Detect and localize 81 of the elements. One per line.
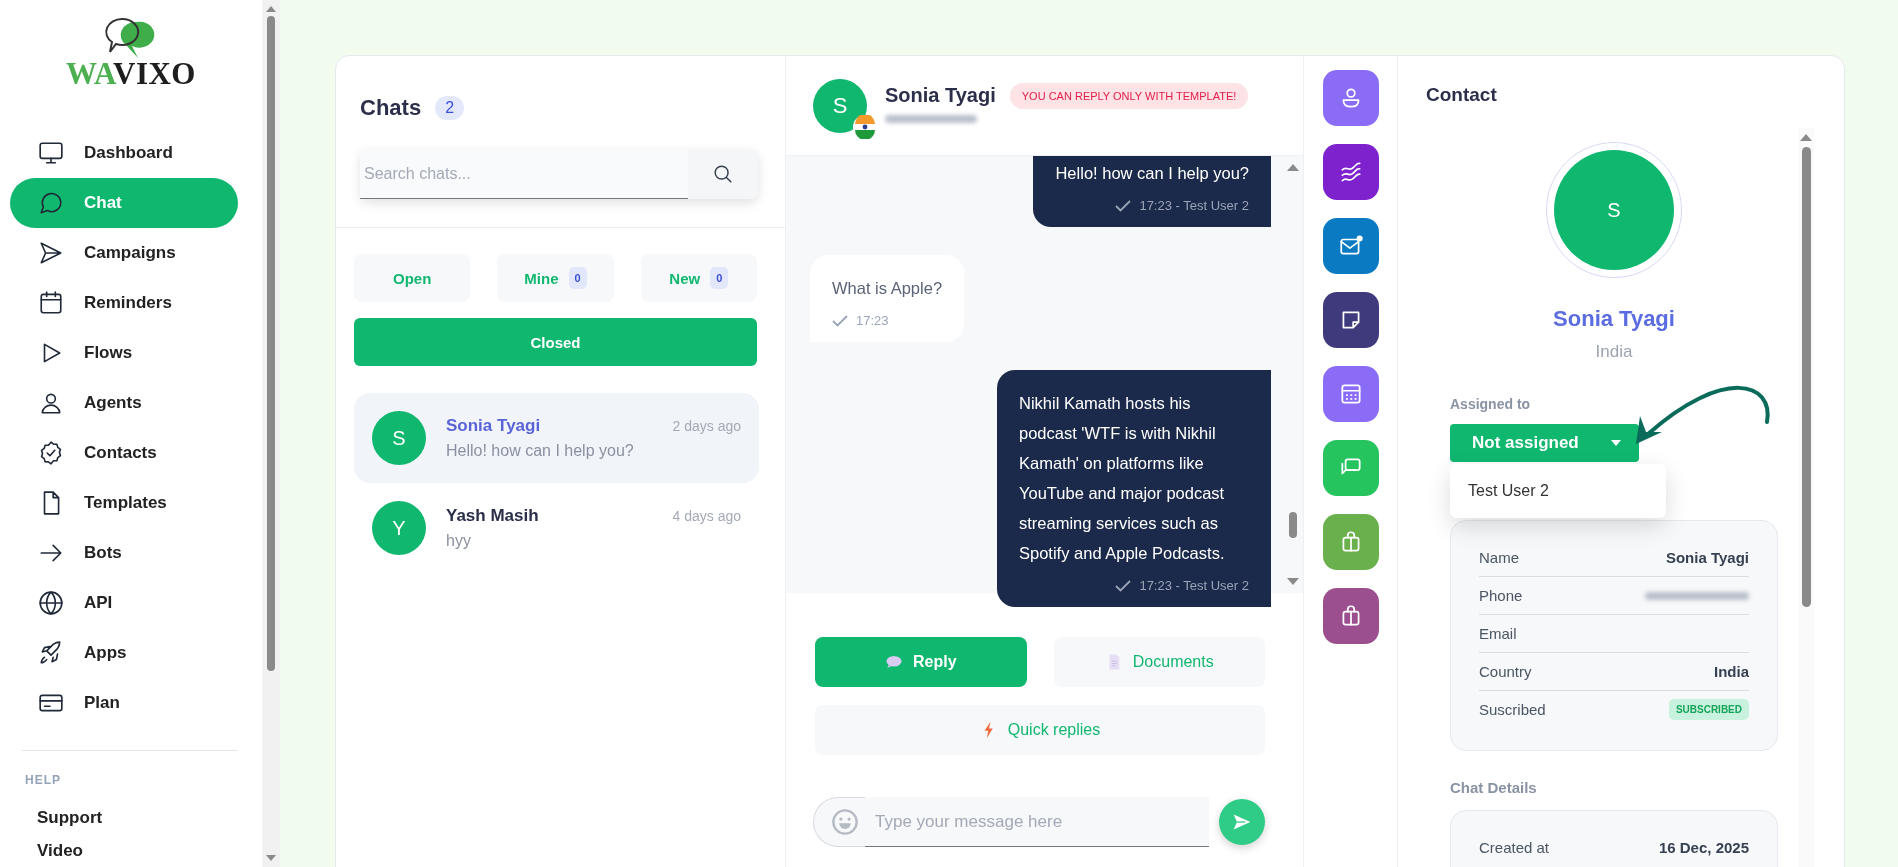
send-button[interactable] — [1219, 799, 1265, 845]
contact-name: Yash Masih — [446, 506, 539, 526]
detail-label: Email — [1479, 625, 1517, 642]
panel-title: Chats — [360, 96, 422, 120]
message-preview: hyy — [446, 532, 472, 550]
section-heading: HELP — [24, 773, 62, 787]
nav-link[interactable]: Video — [0, 834, 262, 867]
tool-button[interactable] — [1322, 144, 1379, 200]
detail-label: Suscribed — [1479, 701, 1546, 718]
avatar: S — [1554, 150, 1674, 270]
avatar: S — [813, 78, 867, 133]
search-field[interactable]: Search chats... — [360, 149, 688, 199]
nav-item[interactable]: Agents — [10, 378, 238, 428]
contact-name: Sonia Tyagi — [446, 416, 541, 436]
detail-label: Country — [1479, 663, 1532, 680]
check-icon — [1115, 579, 1132, 592]
detail-label: Phone — [1479, 587, 1523, 604]
message-text: Nikhil Kamath hosts his podcast 'WTF is with Nikhil Kamath' on platforms like YouTube and major podcast streaming services such as Spotify and Apple Podcasts. — [1019, 393, 1226, 564]
timestamp: 2 days ago — [672, 418, 741, 434]
section-heading: Chat Details — [1450, 779, 1538, 796]
emoji-icon — [831, 808, 859, 836]
tool-button[interactable] — [1322, 292, 1379, 348]
scrollbar[interactable] — [262, 0, 280, 867]
check-icon — [1115, 199, 1132, 212]
globe-icon — [38, 590, 64, 616]
tool-button[interactable] — [1322, 588, 1379, 644]
avatar: Y — [372, 501, 426, 555]
detail-value: 16 Dec, 2025 — [1658, 839, 1749, 856]
count-badge: 2 — [435, 96, 465, 120]
count-badge: 0 — [710, 267, 729, 289]
nav-item[interactable]: Dashboard — [10, 128, 238, 178]
contact-country: India — [1595, 342, 1633, 362]
check-icon — [832, 314, 848, 327]
timestamp: 4 days ago — [672, 508, 741, 524]
contact-name: Sonia Tyagi — [885, 84, 996, 107]
panel-title: Contact — [1425, 83, 1498, 106]
message-meta: 17:23 - Test User 2 — [1139, 578, 1249, 593]
tool-button[interactable] — [1322, 218, 1379, 274]
badge-check-icon — [38, 440, 64, 466]
flag-icon — [853, 114, 877, 139]
monitor-icon — [38, 140, 64, 166]
emoji-button[interactable] — [813, 797, 865, 847]
nav-item[interactable]: Templates — [10, 478, 238, 528]
filter-tab[interactable]: New 0 — [640, 254, 757, 302]
message-preview: Hello! how can I help you? — [446, 442, 635, 460]
nav-item[interactable]: Apps — [10, 628, 238, 678]
nav-item[interactable]: Reminders — [10, 278, 238, 328]
detail-value: Sonia Tyagi — [1665, 549, 1749, 566]
message-text: What is Apple? — [832, 278, 943, 299]
conversation-item[interactable]: S Sonia Tyagi 2 days ago Hello! how can I help you? — [354, 393, 759, 483]
nav-item[interactable]: Bots — [10, 528, 238, 578]
search-icon — [712, 163, 734, 185]
nav-item[interactable]: Campaigns — [10, 228, 238, 278]
menu-item[interactable]: Test User 2 — [1450, 480, 1666, 502]
conversation-item[interactable]: Y Yash Masih 4 days ago hyy — [354, 483, 759, 573]
chat-bubble-icon — [38, 190, 64, 216]
scrollbar[interactable] — [1798, 128, 1814, 867]
nav-link[interactable]: Support — [0, 801, 262, 834]
message-text: Hello! how can I help you? — [1055, 163, 1249, 184]
contact-name: Sonia Tyagi — [1553, 306, 1675, 332]
nav-item[interactable]: Plan — [10, 678, 238, 728]
filter-tab[interactable]: Mine 0 — [497, 254, 614, 302]
count-badge: 0 — [568, 267, 587, 289]
nav-item[interactable]: Contacts — [10, 428, 238, 478]
message-meta: 17:23 — [856, 313, 889, 328]
detail-label: Name — [1479, 549, 1519, 566]
detail-label: Created at — [1479, 839, 1550, 856]
send-icon — [38, 240, 64, 266]
notice-badge: YOU CAN REPLY ONLY WITH TEMPLATE! — [1009, 82, 1249, 109]
search-button[interactable] — [688, 149, 758, 199]
avatar: S — [372, 411, 426, 465]
nav-item[interactable]: API — [10, 578, 238, 628]
status-badge: SUBSCRIBED — [1668, 699, 1749, 720]
send-icon — [1232, 812, 1252, 832]
nav-item[interactable]: Flows — [10, 328, 238, 378]
detail-value: India — [1714, 663, 1749, 680]
field-label: Assigned to — [1450, 396, 1532, 412]
logo-text: WAVIXO — [66, 58, 196, 90]
calendar-icon — [38, 290, 64, 316]
message-meta: 17:23 - Test User 2 — [1139, 198, 1249, 213]
message-field[interactable]: Type your message here — [865, 797, 1209, 847]
